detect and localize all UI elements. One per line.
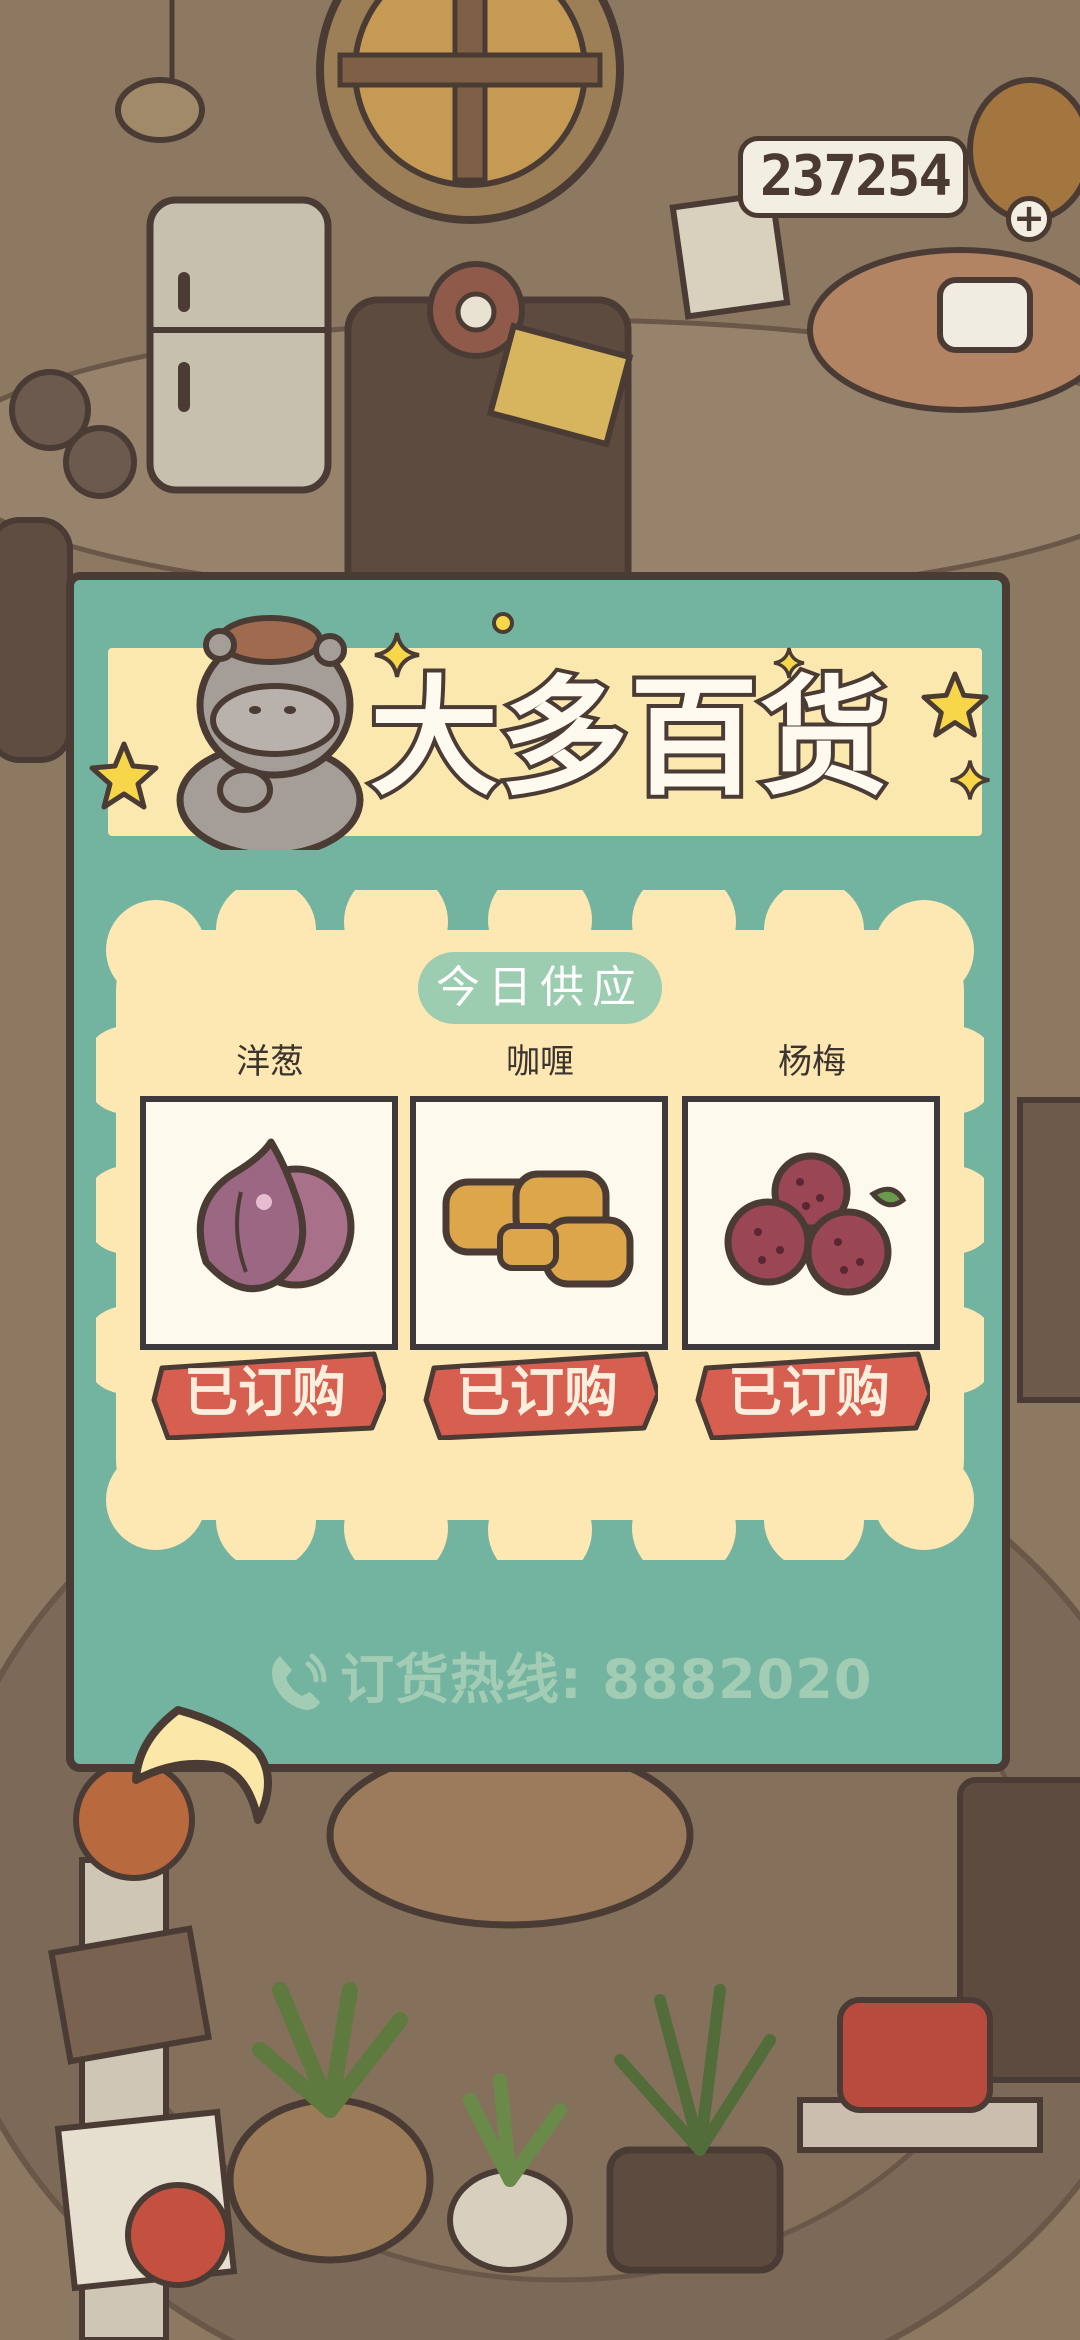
add-coins-button[interactable]: + — [1006, 196, 1052, 242]
order-hotline: 订货热线: 8882020 — [340, 1648, 873, 1711]
item-card-onion[interactable] — [140, 1096, 398, 1350]
shop-title: 大多百货 — [366, 660, 892, 817]
sparkle-icon — [950, 760, 990, 800]
item-name-bayberry: 杨梅 — [778, 1042, 846, 1082]
item-name-curry: 咖喱 — [506, 1042, 574, 1082]
item-name-onion: 洋葱 — [236, 1042, 304, 1082]
item-card-curry[interactable] — [410, 1096, 668, 1350]
coin-amount: 237254 — [759, 144, 952, 209]
order-status-bayberry: 已订购 — [728, 1361, 890, 1424]
order-status-curry: 已订购 — [456, 1361, 618, 1424]
hippo-mascot-icon — [176, 615, 364, 850]
curry-block-icon — [442, 1170, 634, 1288]
order-status-onion: 已订购 — [184, 1361, 346, 1424]
sparkle-icon — [492, 612, 514, 634]
bayberry-icon — [724, 1152, 907, 1296]
star-icon — [89, 741, 159, 810]
back-arrow-icon[interactable] — [118, 1700, 278, 1850]
onion-icon — [196, 1138, 355, 1293]
today-supply-label: 今日供应 — [418, 952, 662, 1024]
star-icon — [921, 671, 989, 738]
item-card-bayberry[interactable] — [682, 1096, 940, 1350]
